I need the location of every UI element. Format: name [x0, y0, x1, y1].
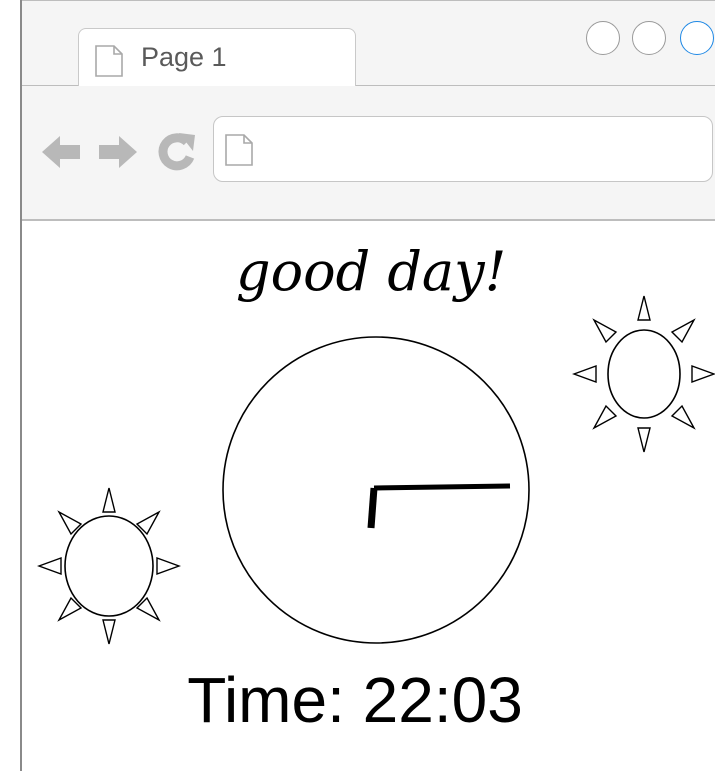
analog-clock — [222, 336, 530, 644]
minute-hand — [373, 483, 511, 491]
forward-arrow-icon[interactable] — [97, 132, 139, 172]
sun-icon — [572, 295, 715, 453]
hour-hand — [367, 487, 378, 529]
svg-text:good day!: good day! — [236, 240, 506, 303]
greeting-text: good day! — [236, 240, 506, 303]
back-arrow-icon[interactable] — [40, 132, 82, 172]
page-icon — [225, 134, 253, 166]
time-label: Time: 22:03 — [187, 664, 523, 736]
reload-icon[interactable] — [157, 131, 197, 173]
address-input[interactable] — [262, 129, 696, 171]
address-bar[interactable] — [213, 116, 713, 182]
sun-icon — [37, 487, 181, 645]
